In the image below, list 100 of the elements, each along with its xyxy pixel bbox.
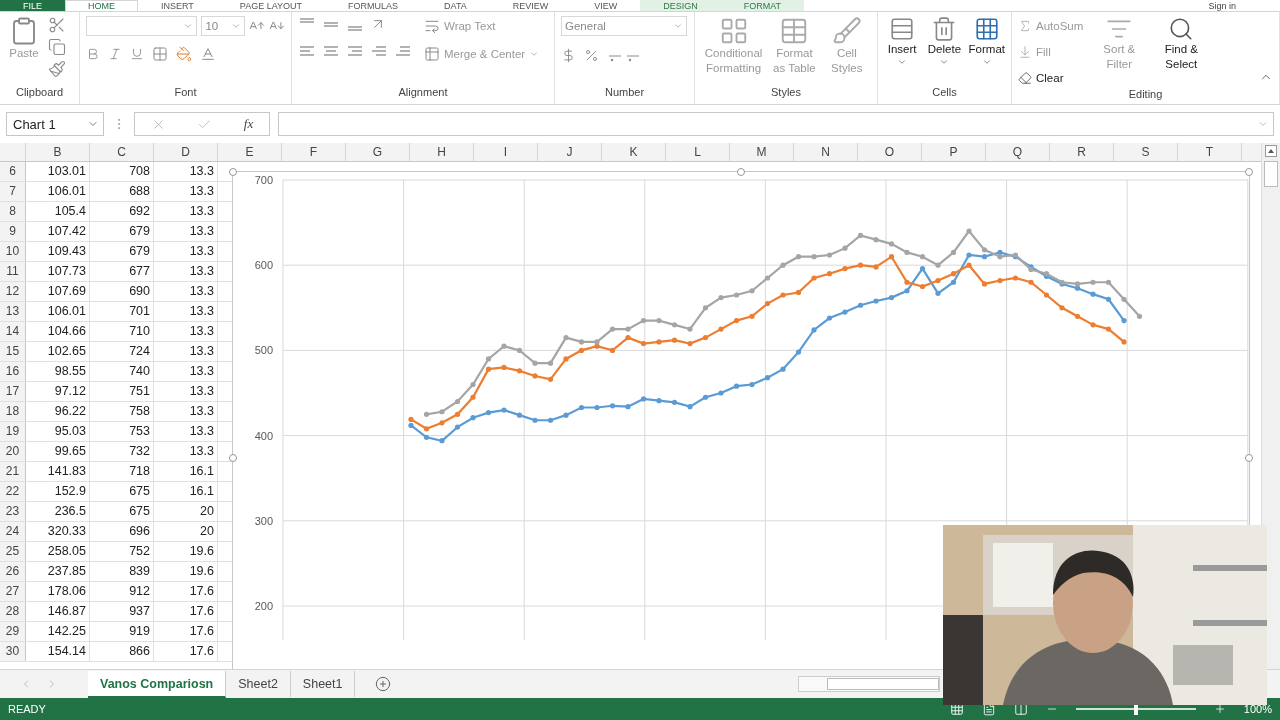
row-header[interactable]: 9 — [0, 222, 26, 241]
table-cell: 675 — [90, 502, 154, 521]
row-header[interactable]: 16 — [0, 362, 26, 381]
cells-button[interactable]: Insert — [884, 16, 921, 86]
ribbon-tab[interactable]: FORMAT — [720, 0, 805, 11]
editing-button[interactable]: Find & Select — [1155, 16, 1208, 88]
row-header[interactable]: 19 — [0, 422, 26, 441]
name-box[interactable]: Chart 1 — [6, 112, 104, 136]
table-cell: 20 — [154, 502, 218, 521]
ribbon-tab[interactable]: FILE — [0, 0, 65, 11]
row-header[interactable]: 28 — [0, 602, 26, 621]
table-cell: 13.3 — [154, 342, 218, 361]
column-header[interactable]: K — [602, 143, 666, 161]
table-cell: 17.6 — [154, 642, 218, 661]
sign-in-link[interactable]: Sign in — [1208, 1, 1280, 11]
column-header[interactable]: J — [538, 143, 602, 161]
zoom-level[interactable]: 100% — [1243, 703, 1272, 715]
chart-area[interactable]: 200 300 400 500 600 700 — [232, 171, 1250, 669]
column-header[interactable]: F — [282, 143, 346, 161]
table-cell: 724 — [90, 342, 154, 361]
column-header[interactable]: B — [26, 143, 90, 161]
table-cell: 104.66 — [26, 322, 90, 341]
editing-button[interactable]: Clear — [1018, 68, 1084, 88]
row-header[interactable]: 21 — [0, 462, 26, 481]
row-header[interactable]: 8 — [0, 202, 26, 221]
ribbon-tab[interactable]: INSERT — [138, 0, 217, 11]
table-cell: 258.05 — [26, 542, 90, 561]
group-title: Clipboard — [14, 86, 65, 100]
row-header[interactable]: 26 — [0, 562, 26, 581]
row-header[interactable]: 17 — [0, 382, 26, 401]
row-header[interactable]: 27 — [0, 582, 26, 601]
axis-tick-label: 500 — [254, 344, 273, 357]
row-header[interactable]: 10 — [0, 242, 26, 261]
sheet-tab[interactable]: Vanos Compariosn — [88, 670, 227, 698]
sheet-tab[interactable]: Sheet1 — [290, 670, 356, 698]
column-header[interactable]: E — [218, 143, 282, 161]
table-cell: 103.01 — [26, 162, 90, 181]
ribbon-tab[interactable]: REVIEW — [489, 0, 572, 11]
table-cell: 679 — [90, 222, 154, 241]
table-cell: 13.3 — [154, 182, 218, 201]
row-header[interactable]: 30 — [0, 642, 26, 661]
table-cell: 16.1 — [154, 482, 218, 501]
table-cell: 236.5 — [26, 502, 90, 521]
column-header[interactable]: C — [90, 143, 154, 161]
table-cell: 732 — [90, 442, 154, 461]
table-cell: 690 — [90, 282, 154, 301]
ribbon-tab[interactable]: HOME — [65, 0, 138, 11]
group-title: Font — [173, 86, 198, 100]
table-cell: 701 — [90, 302, 154, 321]
column-header[interactable]: S — [1114, 143, 1178, 161]
row-header[interactable]: 29 — [0, 622, 26, 641]
column-header[interactable]: D — [154, 143, 218, 161]
table-cell: 107.73 — [26, 262, 90, 281]
column-header[interactable]: H — [410, 143, 474, 161]
row-header[interactable]: 25 — [0, 542, 26, 561]
table-cell: 106.01 — [26, 182, 90, 201]
cells-button[interactable]: Format — [968, 16, 1005, 86]
table-cell: 679 — [90, 242, 154, 261]
axis-tick-label: 600 — [254, 259, 273, 272]
column-header[interactable]: O — [858, 143, 922, 161]
row-header[interactable]: 12 — [0, 282, 26, 301]
insert-function-button[interactable]: fx — [243, 116, 254, 132]
ribbon-tab[interactable]: FORMULAS — [325, 0, 422, 11]
row-header[interactable]: 22 — [0, 482, 26, 501]
ribbon-tab[interactable]: VIEW — [571, 0, 641, 11]
row-header[interactable]: 20 — [0, 442, 26, 461]
row-header[interactable]: 18 — [0, 402, 26, 421]
table-cell: 106.01 — [26, 302, 90, 321]
column-header[interactable]: G — [346, 143, 410, 161]
row-header[interactable]: 6 — [0, 162, 26, 181]
column-header[interactable]: L — [666, 143, 730, 161]
ribbon-tab[interactable]: DESIGN — [640, 0, 721, 11]
table-cell: 13.3 — [154, 402, 218, 421]
row-header[interactable]: 15 — [0, 342, 26, 361]
table-cell: 675 — [90, 482, 154, 501]
column-header[interactable]: T — [1178, 143, 1242, 161]
table-cell: 708 — [90, 162, 154, 181]
row-header[interactable]: 23 — [0, 502, 26, 521]
column-header[interactable]: N — [794, 143, 858, 161]
row-header[interactable]: 11 — [0, 262, 26, 281]
ribbon-tab[interactable]: DATA — [421, 0, 490, 11]
row-header[interactable]: 24 — [0, 522, 26, 541]
font-size-field[interactable]: 10 — [201, 16, 246, 36]
column-header[interactable]: P — [922, 143, 986, 161]
column-header[interactable]: I — [474, 143, 538, 161]
row-header[interactable]: 14 — [0, 322, 26, 341]
sheet-tab[interactable]: Sheet2 — [226, 670, 291, 698]
number-format-field[interactable]: General — [561, 16, 687, 36]
column-header[interactable]: R — [1050, 143, 1114, 161]
row-header[interactable]: 7 — [0, 182, 26, 201]
status-text: READY — [8, 703, 46, 715]
ribbon-tab[interactable]: PAGE LAYOUT — [216, 0, 326, 11]
row-header[interactable]: 13 — [0, 302, 26, 321]
group-title: Cells — [931, 86, 958, 100]
column-header[interactable]: Q — [986, 143, 1050, 161]
column-header[interactable]: M — [730, 143, 794, 161]
table-cell: 740 — [90, 362, 154, 381]
group-title: Editing — [1127, 88, 1164, 102]
table-cell: 839 — [90, 562, 154, 581]
cells-button[interactable]: Delete — [926, 16, 963, 86]
